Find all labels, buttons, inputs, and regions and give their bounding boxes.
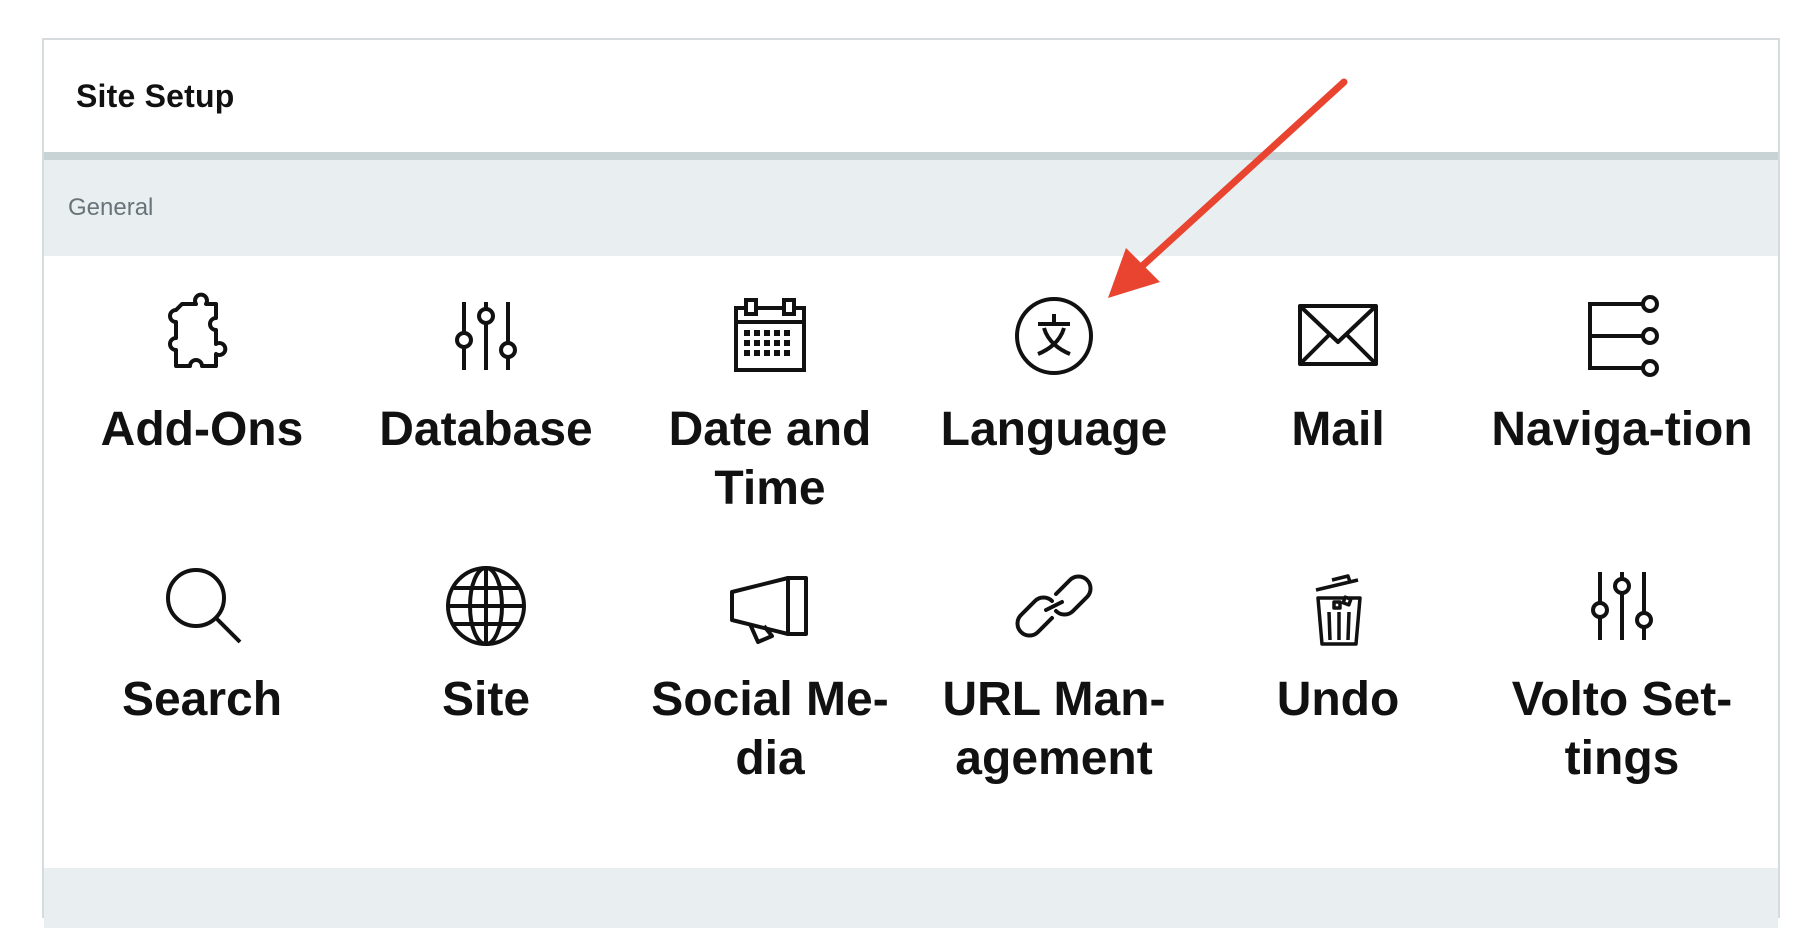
tile-label: Date and Time — [668, 403, 872, 515]
tile-url-management[interactable]: URL Man-agement — [912, 564, 1196, 788]
site-setup-panel: Site Setup General Add-Ons Database Date… — [42, 38, 1780, 928]
navigation-icon — [1580, 294, 1664, 378]
control-panel-grid: Add-Ons Database Date and Time Language … — [44, 256, 1778, 868]
tile-language[interactable]: Language — [912, 294, 1196, 459]
tile-search[interactable]: Search — [60, 564, 344, 729]
link-icon — [1012, 564, 1096, 648]
tile-label: Database — [379, 403, 593, 456]
tile-label: Volto Set-tings — [1511, 673, 1733, 785]
tile-date-and-time[interactable]: Date and Time — [628, 294, 912, 518]
section-label: General — [68, 194, 154, 221]
section-header-general: General — [44, 160, 1778, 256]
sliders-icon — [444, 294, 528, 378]
megaphone-icon — [728, 564, 812, 648]
tile-label: Naviga-tion — [1491, 403, 1753, 456]
tile-add-ons[interactable]: Add-Ons — [60, 292, 344, 459]
search-icon — [160, 564, 244, 648]
page-title: Site Setup — [76, 77, 235, 114]
tile-label: Undo — [1276, 673, 1400, 726]
tile-label: Site — [441, 673, 531, 726]
globe-icon — [444, 564, 528, 648]
tile-label: URL Man-agement — [942, 673, 1166, 785]
tile-social-media[interactable]: Social Me-dia — [628, 564, 912, 788]
tile-volto-settings[interactable]: Volto Set-tings — [1480, 564, 1764, 788]
sliders-icon — [1580, 564, 1664, 648]
tile-label: Social Me-dia — [651, 673, 889, 785]
panel-header: Site Setup — [44, 40, 1778, 160]
calendar-icon — [728, 294, 812, 378]
tile-label: Mail — [1291, 403, 1385, 456]
language-icon — [1012, 294, 1096, 378]
tile-label: Add-Ons — [100, 403, 304, 456]
tile-database[interactable]: Database — [344, 294, 628, 459]
mail-icon — [1296, 294, 1380, 378]
trash-icon — [1296, 564, 1380, 648]
puzzle-icon — [160, 292, 244, 378]
tile-site[interactable]: Site — [344, 564, 628, 729]
next-section-header — [44, 868, 1778, 928]
tile-label: Search — [121, 673, 283, 726]
tile-mail[interactable]: Mail — [1196, 294, 1480, 459]
tile-navigation[interactable]: Naviga-tion — [1480, 294, 1764, 459]
tile-undo[interactable]: Undo — [1196, 564, 1480, 729]
tile-label: Language — [940, 403, 1168, 456]
